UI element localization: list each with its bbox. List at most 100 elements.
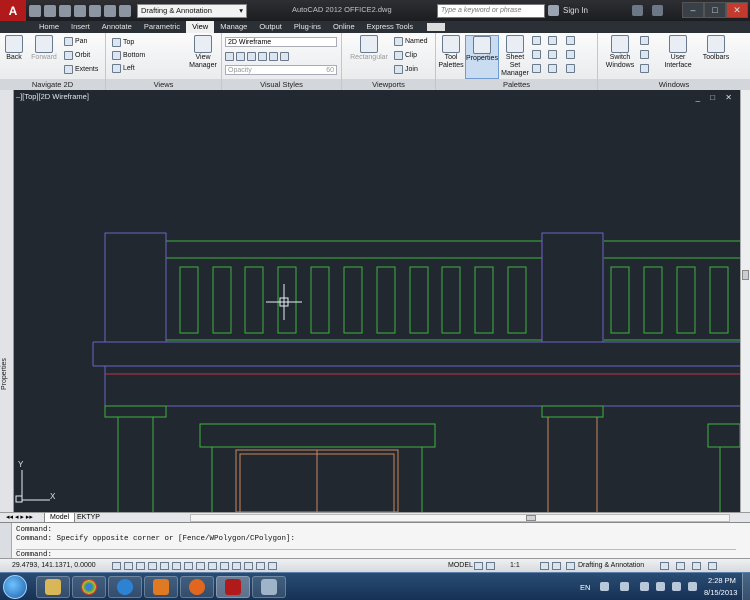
save-as-icon[interactable] bbox=[74, 4, 86, 17]
selection-cycling-icon[interactable] bbox=[268, 562, 277, 570]
switch-windows-button[interactable]: Switch Windows bbox=[602, 35, 638, 70]
taskbar-calculator[interactable] bbox=[252, 576, 286, 598]
search-icon[interactable] bbox=[548, 5, 559, 16]
toolbars-button[interactable]: Toolbars bbox=[700, 35, 732, 62]
snap-icon[interactable] bbox=[124, 562, 133, 570]
lock-icon[interactable] bbox=[660, 562, 669, 570]
osnap-icon[interactable] bbox=[172, 562, 181, 570]
grid-icon[interactable] bbox=[136, 562, 145, 570]
application-menu-button[interactable]: A bbox=[0, 0, 26, 21]
taskbar-ie[interactable] bbox=[108, 576, 142, 598]
workspace-dropdown[interactable]: Drafting & Annotation ▾ bbox=[137, 3, 247, 18]
join-button[interactable]: Join bbox=[394, 65, 418, 74]
quick-view-drawings-icon[interactable] bbox=[486, 562, 495, 570]
layers-icon[interactable] bbox=[566, 50, 575, 59]
quick-view-layouts-icon[interactable] bbox=[474, 562, 483, 570]
scroll-thumb[interactable] bbox=[526, 515, 536, 521]
start-button[interactable] bbox=[3, 575, 27, 599]
taskbar-media-player[interactable] bbox=[144, 576, 178, 598]
tile-horizontal-icon[interactable] bbox=[640, 36, 649, 45]
back-button[interactable]: Back bbox=[3, 35, 25, 62]
view-left-button[interactable]: Left bbox=[112, 64, 135, 73]
network-icon[interactable] bbox=[656, 582, 665, 591]
opacity-slider[interactable]: Opacity 60 bbox=[225, 65, 337, 75]
markup-icon[interactable] bbox=[548, 36, 557, 45]
sign-in-link[interactable]: Sign In bbox=[563, 6, 588, 15]
view-bottom-button[interactable]: Bottom bbox=[112, 51, 145, 60]
maximize-button[interactable]: □ bbox=[704, 2, 726, 18]
pan-button[interactable]: Pan bbox=[64, 37, 87, 46]
horizontal-scrollbar[interactable] bbox=[190, 514, 730, 522]
print-icon[interactable] bbox=[89, 4, 101, 17]
table-icon[interactable] bbox=[532, 64, 541, 73]
language-indicator[interactable]: EN bbox=[580, 583, 590, 592]
grid-icon[interactable] bbox=[548, 64, 557, 73]
tray-app-icon[interactable] bbox=[620, 582, 629, 591]
rectangular-viewport-button[interactable]: Rectangular bbox=[346, 35, 392, 62]
drawing-canvas[interactable] bbox=[14, 90, 740, 512]
ribbon-toggle-button[interactable] bbox=[427, 23, 446, 31]
help-icon[interactable] bbox=[652, 5, 663, 16]
viewport-label[interactable]: –][Top][2D Wireframe] bbox=[16, 92, 89, 101]
clean-screen-icon[interactable] bbox=[708, 562, 717, 570]
ortho-icon[interactable] bbox=[148, 562, 157, 570]
block-icon[interactable] bbox=[566, 64, 575, 73]
cascade-icon[interactable] bbox=[640, 64, 649, 73]
visual-style-tools[interactable] bbox=[225, 52, 289, 61]
lineweight-icon[interactable] bbox=[232, 562, 241, 570]
otrack-icon[interactable] bbox=[196, 562, 205, 570]
hardware-acceleration-icon[interactable] bbox=[676, 562, 685, 570]
named-viewports-button[interactable]: Named bbox=[394, 37, 428, 46]
extents-button[interactable]: Extents bbox=[64, 65, 98, 74]
polar-icon[interactable] bbox=[160, 562, 169, 570]
scroll-thumb[interactable] bbox=[742, 270, 749, 280]
infer-constraints-icon[interactable] bbox=[112, 562, 121, 570]
transparency-icon[interactable] bbox=[244, 562, 253, 570]
dyn-icon[interactable] bbox=[220, 562, 229, 570]
orbit-button[interactable]: Orbit bbox=[64, 51, 90, 60]
undo-icon[interactable] bbox=[104, 4, 116, 17]
keyboard-icon[interactable] bbox=[600, 582, 609, 591]
model-space-button[interactable]: MODEL bbox=[448, 562, 473, 569]
tab-output[interactable]: Output bbox=[253, 21, 288, 33]
dbconnect-icon[interactable] bbox=[532, 50, 541, 59]
power-icon[interactable] bbox=[688, 582, 697, 591]
taskbar-autocad[interactable] bbox=[216, 576, 250, 598]
quick-properties-icon[interactable] bbox=[256, 562, 265, 570]
sheet-set-manager-button[interactable]: Sheet Set Manager bbox=[500, 35, 530, 78]
3d-osnap-icon[interactable] bbox=[184, 562, 193, 570]
clock-time[interactable]: 2:28 PM bbox=[708, 576, 736, 585]
view-manager-button[interactable]: View Manager bbox=[186, 35, 220, 70]
properties-palette-strip[interactable]: Properties bbox=[0, 90, 14, 512]
tab-plug-ins[interactable]: Plug-ins bbox=[288, 21, 327, 33]
design-center-icon[interactable] bbox=[532, 36, 541, 45]
close-button[interactable]: ✕ bbox=[726, 2, 748, 18]
auto-scale-icon[interactable] bbox=[552, 562, 561, 570]
drawing-viewport[interactable]: –][Top][2D Wireframe] _ □ ✕ Y X bbox=[14, 90, 740, 512]
quickcalc-icon[interactable] bbox=[566, 36, 575, 45]
new-icon[interactable] bbox=[29, 4, 41, 17]
command-window-grip[interactable] bbox=[0, 523, 12, 559]
tab-view[interactable]: View bbox=[186, 21, 215, 33]
exchange-icon[interactable] bbox=[632, 5, 643, 16]
tab-express-tools[interactable]: Express Tools bbox=[361, 21, 420, 33]
tab-insert[interactable]: Insert bbox=[65, 21, 96, 33]
visual-style-dropdown[interactable]: 2D Wireframe bbox=[225, 37, 337, 47]
ducs-icon[interactable] bbox=[208, 562, 217, 570]
redo-icon[interactable] bbox=[119, 4, 131, 17]
tab-annotate[interactable]: Annotate bbox=[96, 21, 138, 33]
tab-manage[interactable]: Manage bbox=[214, 21, 253, 33]
tile-vertical-icon[interactable] bbox=[640, 50, 649, 59]
annotation-visibility-icon[interactable] bbox=[540, 562, 549, 570]
taskbar-explorer[interactable] bbox=[36, 576, 70, 598]
clip-button[interactable]: Clip bbox=[394, 51, 417, 60]
minimize-button[interactable]: – bbox=[682, 2, 704, 18]
tab-home[interactable]: Home bbox=[33, 21, 65, 33]
user-interface-button[interactable]: User Interface bbox=[660, 35, 696, 70]
open-icon[interactable] bbox=[44, 4, 56, 17]
workspace-gear-icon[interactable] bbox=[566, 562, 575, 570]
taskbar-firefox[interactable] bbox=[180, 576, 214, 598]
workspace-switch[interactable]: Drafting & Annotation bbox=[578, 562, 644, 569]
command-line-icon[interactable] bbox=[548, 50, 557, 59]
coordinates-readout[interactable]: 29.4793, 141.1371, 0.0000 bbox=[12, 562, 96, 569]
